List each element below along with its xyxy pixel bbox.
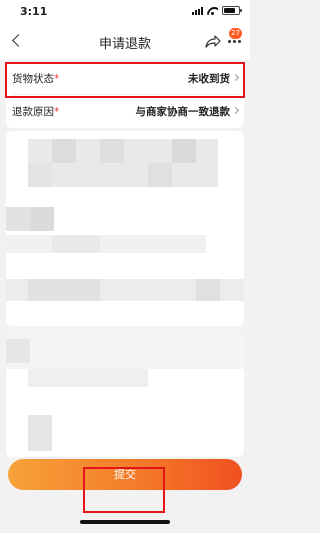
blurred-content <box>6 131 244 326</box>
chevron-right-icon <box>231 73 240 82</box>
share-icon[interactable] <box>205 33 221 48</box>
required-mark: * <box>54 106 60 118</box>
refund-form-card: 货物状态* 未收到货 退款原因* 与商家协商一致退款 <box>6 62 244 128</box>
refund-reason-row[interactable]: 退款原因* 与商家协商一致退款 <box>6 95 244 128</box>
submit-button[interactable]: 提交 <box>8 459 242 490</box>
required-mark: * <box>54 73 60 85</box>
system-icons <box>192 6 242 15</box>
goods-status-label: 货物状态* <box>12 73 60 85</box>
refund-reason-value: 与商家协商一致退款 <box>135 106 231 118</box>
goods-status-value: 未收到货 <box>188 73 230 85</box>
blurred-content-lower <box>6 329 244 457</box>
status-time: 3:11 <box>20 5 48 18</box>
page-title: 申请退款 <box>98 37 151 52</box>
chevron-right-icon <box>231 106 240 115</box>
battery-icon <box>222 6 242 15</box>
more-icon[interactable] <box>227 40 243 46</box>
refund-reason-label: 退款原因* <box>12 106 60 118</box>
back-chevron-left-icon[interactable] <box>8 30 28 52</box>
home-indicator <box>80 520 170 524</box>
status-bar: 3:11 <box>0 0 250 22</box>
nav-bar: 申请退款 27 <box>0 22 250 60</box>
goods-status-row[interactable]: 货物状态* 未收到货 <box>6 62 244 95</box>
wifi-icon <box>207 7 218 15</box>
notification-badge: 27 <box>229 28 242 39</box>
signal-icon <box>192 6 203 15</box>
